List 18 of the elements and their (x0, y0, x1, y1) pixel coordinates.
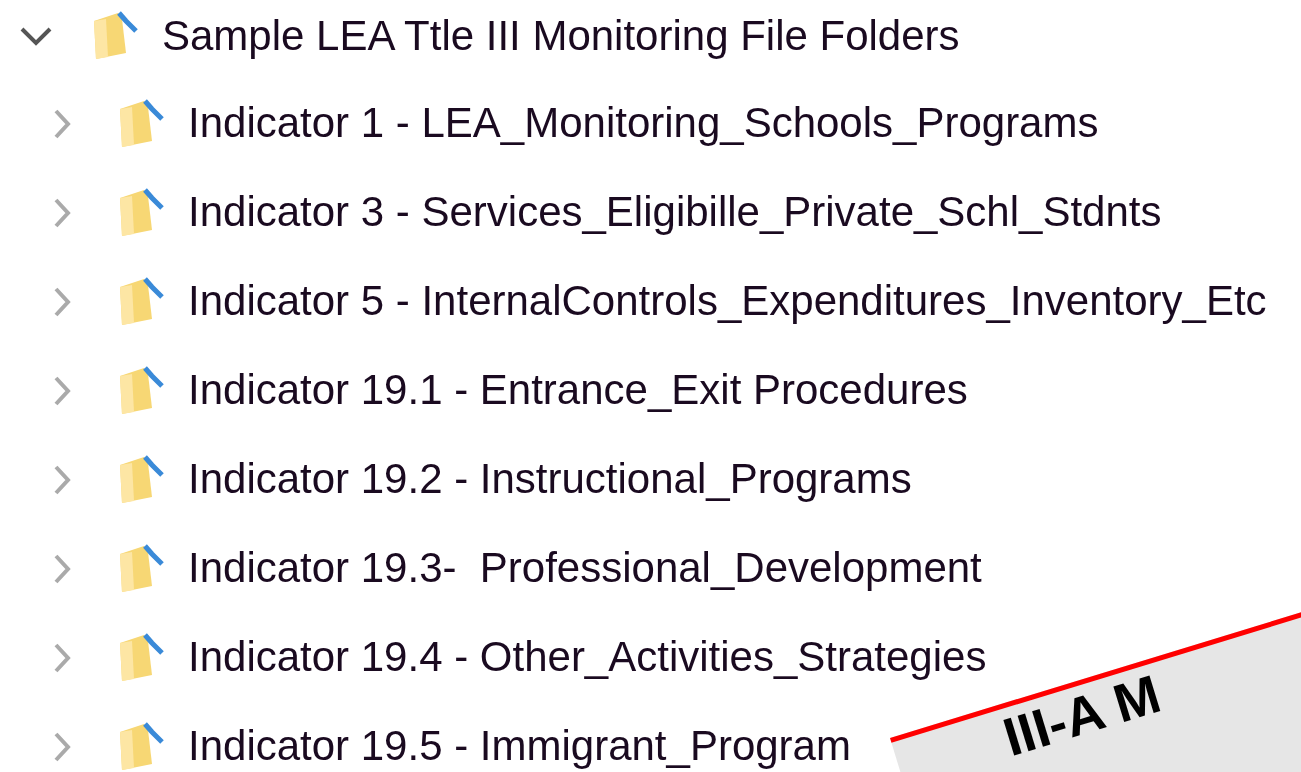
folder-name[interactable]: Indicator 1 - LEA_Monitoring_Schools_Programs (188, 100, 1099, 147)
folder-icon (118, 454, 164, 505)
folder-name[interactable]: Indicator 3 - Services_Eligibille_Private_Schl_Stdnts (188, 189, 1162, 236)
folder-name[interactable]: Indicator 19.1 - Entrance_Exit Procedures (188, 367, 968, 414)
folder-icon (118, 276, 164, 327)
folder-name[interactable]: Indicator 19.3- Professional_Development (188, 545, 982, 592)
folder-name[interactable]: Indicator 19.4 - Other_Activities_Strategies (188, 634, 987, 681)
folder-icon (118, 721, 164, 772)
folder-name[interactable]: Sample LEA Ttle III Monitoring File Folders (162, 12, 960, 60)
folder-icon (118, 365, 164, 416)
folder-name[interactable]: Indicator 19.2 - Instructional_Programs (188, 456, 912, 503)
folder-icon (118, 543, 164, 594)
folder-icon (118, 187, 164, 238)
folder-name[interactable]: Indicator 19.5 - Immigrant_Program (188, 723, 851, 770)
folder-name[interactable]: Indicator 5 - InternalControls_Expenditures_Inventory_Etc (188, 278, 1267, 325)
folder-icon (118, 98, 164, 149)
folder-icon (118, 632, 164, 683)
folder-icon (92, 11, 138, 61)
